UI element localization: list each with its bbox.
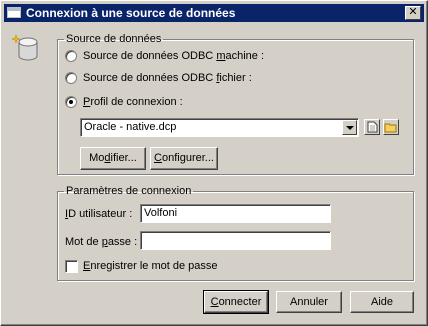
configure-button[interactable]: Configurer...	[150, 147, 218, 170]
remember-password-label: Enregistrer le mot de passe	[83, 260, 218, 272]
connect-button[interactable]: Connecter	[203, 290, 269, 314]
data-source-legend: Source de données	[66, 33, 162, 45]
new-document-icon	[367, 121, 378, 133]
password-label: Mot de passe :	[65, 236, 138, 248]
radio-odbc-file[interactable]	[65, 72, 77, 84]
connection-dialog: Connexion à une source de données ✕ Sour…	[0, 0, 428, 326]
remember-password-checkbox[interactable]	[65, 260, 78, 273]
window-icon	[7, 7, 21, 18]
dialog-title: Connexion à une source de données	[26, 6, 236, 20]
new-profile-button[interactable]	[364, 119, 380, 135]
close-icon: ✕	[408, 6, 418, 18]
radio-odbc-file-label: Source de données ODBC fichier :	[83, 72, 252, 84]
database-icon	[11, 34, 38, 61]
close-button[interactable]: ✕	[405, 6, 421, 20]
title-bar: Connexion à une source de données ✕	[4, 4, 424, 22]
radio-connection-profile[interactable]	[65, 96, 77, 108]
user-id-label: ID utilisateur :	[65, 208, 133, 220]
cancel-button[interactable]: Annuler	[276, 291, 342, 313]
profile-combobox[interactable]: Oracle - native.dcp	[80, 118, 359, 137]
connection-parameters-legend: Paramètres de connexion	[66, 185, 192, 197]
radio-connection-profile-label: Profil de connexion :	[83, 96, 183, 108]
folder-icon	[384, 123, 397, 133]
modify-button[interactable]: Modifier...	[80, 147, 146, 170]
radio-odbc-machine[interactable]	[65, 50, 77, 62]
password-field[interactable]	[140, 231, 331, 250]
profile-value: Oracle - native.dcp	[84, 121, 177, 133]
browse-profile-button[interactable]	[383, 119, 399, 135]
help-button[interactable]: Aide	[350, 291, 414, 313]
user-id-field[interactable]: Volfoni	[140, 204, 331, 223]
dropdown-arrow-icon[interactable]	[342, 120, 357, 135]
radio-odbc-machine-label: Source de données ODBC machine :	[83, 50, 265, 62]
